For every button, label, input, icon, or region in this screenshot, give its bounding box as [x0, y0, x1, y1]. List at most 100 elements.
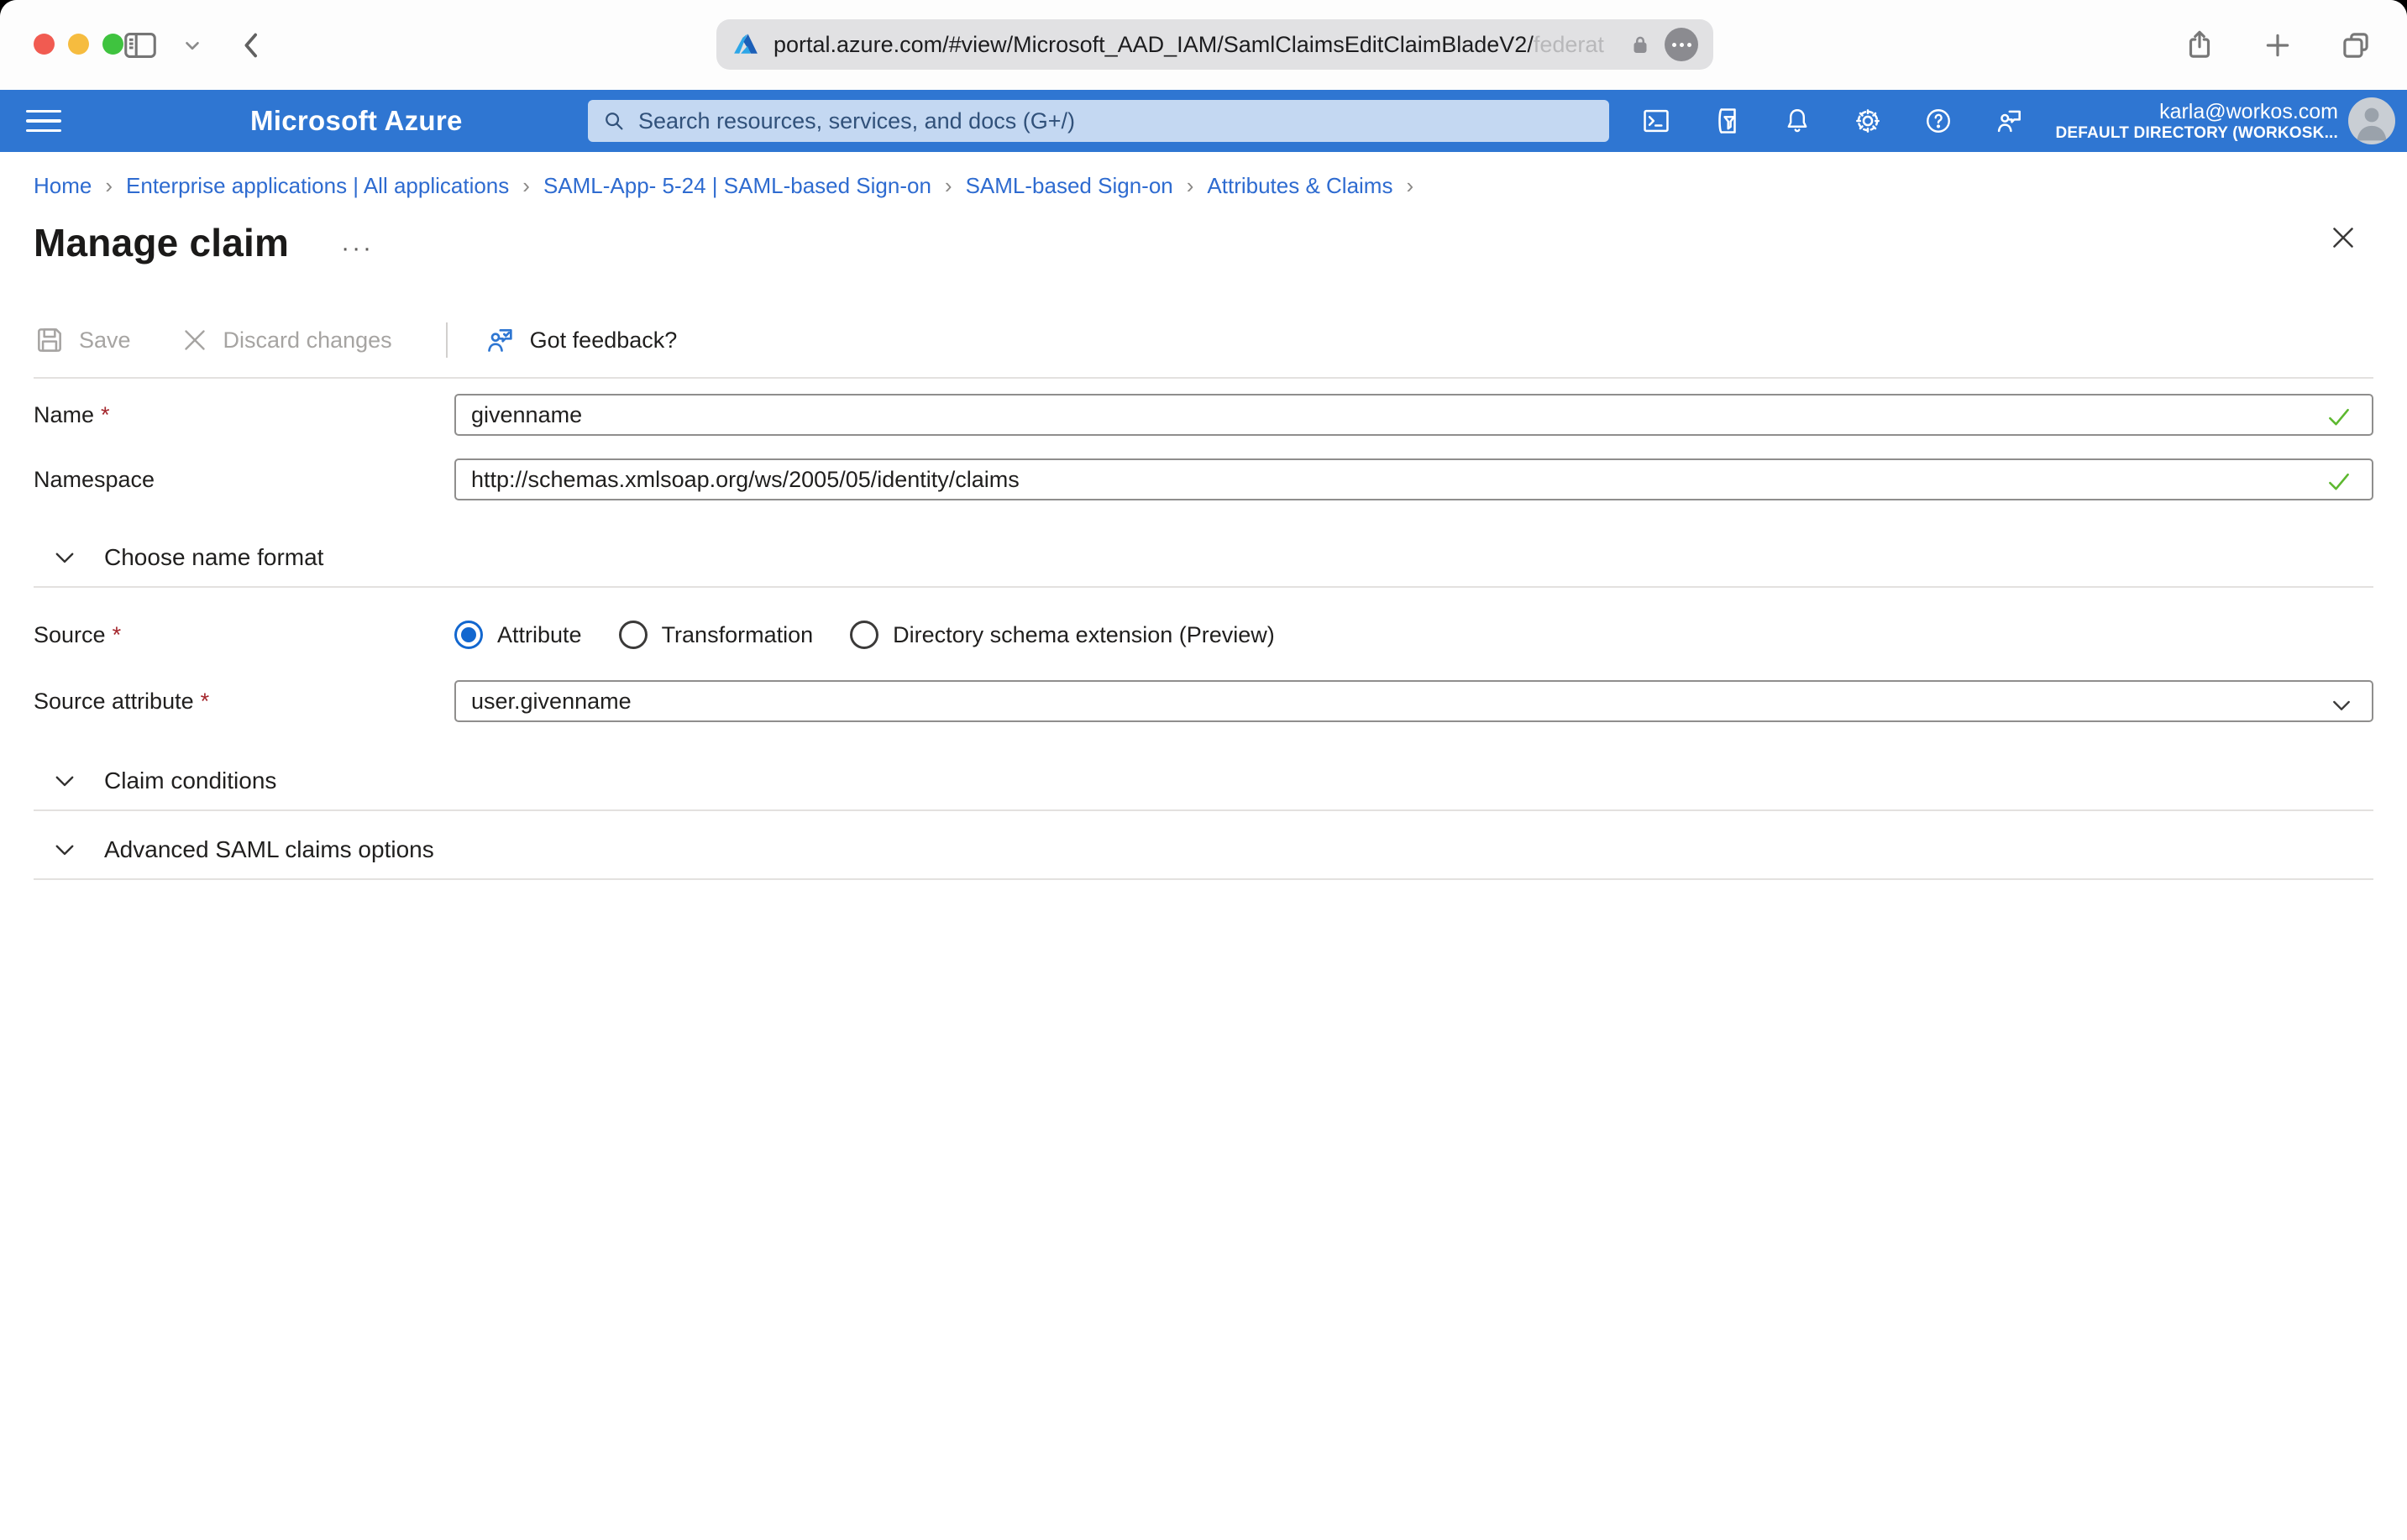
notifications-button[interactable]: [1780, 104, 1814, 138]
page-title: Manage claim: [34, 220, 289, 265]
advanced-saml-options-section[interactable]: Advanced SAML claims options: [34, 830, 2373, 870]
breadcrumb-saml-sign-on[interactable]: SAML-based Sign-on: [966, 173, 1173, 199]
breadcrumb-home[interactable]: Home: [34, 173, 92, 199]
settings-button[interactable]: [1851, 104, 1885, 138]
breadcrumb-saml-app[interactable]: SAML-App- 5-24 | SAML-based Sign-on: [543, 173, 931, 199]
choose-name-format-section[interactable]: Choose name format: [34, 537, 2373, 578]
azure-brand[interactable]: Microsoft Azure: [250, 105, 463, 137]
breadcrumb-enterprise-applications[interactable]: Enterprise applications | All applicatio…: [126, 173, 509, 199]
chevron-left-icon: [235, 29, 269, 62]
breadcrumb: Home Enterprise applications | All appli…: [34, 173, 2373, 199]
claim-conditions-label: Claim conditions: [104, 767, 276, 794]
chevron-down-icon: [181, 34, 203, 56]
advanced-saml-options-label: Advanced SAML claims options: [104, 836, 434, 863]
divider: [34, 878, 2373, 880]
radio-selected-icon: [454, 621, 483, 649]
page-menu-button[interactable]: [1665, 28, 1698, 61]
breadcrumb-attributes-claims[interactable]: Attributes & Claims: [1207, 173, 1392, 199]
radio-unselected-icon: [850, 621, 878, 649]
azure-favicon: [732, 30, 760, 59]
discard-changes-button[interactable]: Discard changes: [180, 325, 392, 355]
avatar[interactable]: [2348, 97, 2395, 144]
account-info[interactable]: karla@workos.com DEFAULT DIRECTORY (WORK…: [2055, 90, 2338, 152]
radio-directory-schema-extension[interactable]: Directory schema extension (Preview): [850, 621, 1275, 649]
tabs-icon: [2338, 28, 2373, 63]
choose-name-format-label: Choose name format: [104, 544, 323, 571]
save-icon: [34, 324, 66, 356]
cloud-shell-button[interactable]: [1639, 104, 1673, 138]
breadcrumb-separator-icon: [105, 173, 113, 199]
chevron-down-icon: [50, 767, 79, 795]
title-ellipsis-button[interactable]: ···: [341, 228, 374, 257]
command-bar: Save Discard changes: [34, 320, 2373, 360]
sidebar-toggle-button[interactable]: [121, 26, 160, 65]
divider: [34, 586, 2373, 588]
namespace-field-wrapper: [454, 458, 2373, 500]
source-attribute-dropdown[interactable]: [454, 680, 2373, 722]
claim-conditions-section[interactable]: Claim conditions: [34, 761, 2373, 801]
required-asterisk: *: [201, 689, 210, 714]
hamburger-icon: [26, 103, 61, 139]
directory-filter-icon: [1711, 105, 1743, 137]
save-button[interactable]: Save: [34, 324, 131, 356]
sidebar-menu-button[interactable]: [181, 34, 203, 56]
feedback-button[interactable]: [1992, 104, 2026, 138]
breadcrumb-separator-icon: [945, 173, 952, 199]
radio-unselected-icon: [619, 621, 648, 649]
breadcrumb-separator-icon: [1406, 173, 1413, 199]
close-icon: [2328, 223, 2358, 253]
radio-attribute[interactable]: Attribute: [454, 621, 582, 649]
cloud-shell-icon: [1640, 105, 1672, 137]
name-field-wrapper: [454, 394, 2373, 436]
new-tab-button[interactable]: [2261, 29, 2294, 62]
source-label: Source*: [34, 622, 454, 648]
source-attribute-label: Source attribute*: [34, 689, 454, 715]
global-search: [588, 100, 1609, 142]
divider: [34, 377, 2373, 379]
close-blade-button[interactable]: [2325, 219, 2362, 256]
hamburger-menu-button[interactable]: [0, 103, 87, 139]
chevron-down-icon: [50, 543, 79, 572]
question-icon: [1923, 106, 1953, 136]
user-directory: DEFAULT DIRECTORY (WORKOSK...: [2055, 124, 2338, 143]
share-icon: [2182, 28, 2217, 63]
chevron-down-icon: [2328, 692, 2355, 719]
gear-icon: [1852, 105, 1884, 137]
got-feedback-button[interactable]: Got feedback?: [483, 323, 678, 357]
name-label: Name*: [34, 402, 454, 428]
minimize-window-button[interactable]: [68, 34, 89, 55]
namespace-input[interactable]: [456, 460, 2372, 499]
user-email: karla@workos.com: [2159, 99, 2338, 124]
plus-icon: [2261, 29, 2294, 62]
sidebar-icon: [121, 26, 160, 65]
valid-check-icon: [2325, 402, 2353, 431]
lock-icon: [1628, 32, 1653, 57]
browser-window: portal.azure.com/#view/Microsoft_AAD_IAM…: [0, 0, 2407, 1540]
tab-overview-button[interactable]: [2338, 28, 2373, 63]
name-input[interactable]: [456, 395, 2372, 434]
address-bar[interactable]: portal.azure.com/#view/Microsoft_AAD_IAM…: [716, 19, 1713, 70]
valid-check-icon: [2325, 467, 2353, 495]
source-attribute-value[interactable]: [456, 682, 2372, 720]
help-button[interactable]: [1922, 104, 1955, 138]
namespace-label: Namespace: [34, 467, 454, 493]
source-radio-group: Attribute Transformation Directory schem…: [454, 621, 1275, 649]
divider: [34, 809, 2373, 811]
search-input[interactable]: [638, 108, 1596, 134]
breadcrumb-separator-icon: [1187, 173, 1194, 199]
browser-chrome: portal.azure.com/#view/Microsoft_AAD_IAM…: [0, 0, 2407, 90]
feedback-person-icon: [483, 323, 517, 357]
chevron-down-icon: [50, 835, 79, 864]
feedback-icon: [1993, 105, 2025, 137]
directory-filter-button[interactable]: [1710, 104, 1744, 138]
breadcrumb-separator-icon: [522, 173, 530, 199]
azure-header: Microsoft Azure: [0, 90, 2407, 152]
discard-x-icon: [180, 325, 210, 355]
close-window-button[interactable]: [34, 34, 55, 55]
search-icon: [601, 108, 627, 134]
required-asterisk: *: [101, 402, 110, 427]
back-button[interactable]: [235, 29, 269, 62]
radio-transformation[interactable]: Transformation: [619, 621, 814, 649]
share-button[interactable]: [2182, 28, 2217, 63]
required-asterisk: *: [113, 622, 122, 647]
